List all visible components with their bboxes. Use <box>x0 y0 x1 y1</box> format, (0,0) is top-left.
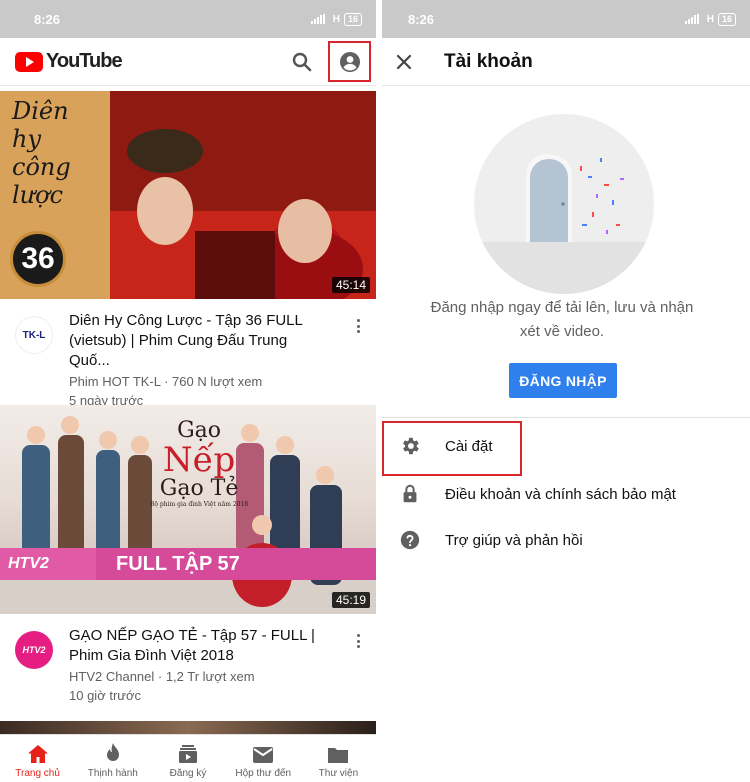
nav-library[interactable]: Thư viện <box>301 735 376 782</box>
video-meta: HTV2 Channel · 1,2 Tr lượt xem <box>69 669 255 684</box>
search-icon <box>292 52 312 72</box>
library-icon <box>328 748 349 763</box>
nav-label: Thịnh hành <box>87 768 138 779</box>
status-time: 8:26 <box>34 11 61 27</box>
video-thumbnail[interactable]: Gạo Nếp Gạo Tẻ Bộ phim gia đình Việt năm… <box>0 405 376 614</box>
status-icons: H 16 <box>684 12 736 26</box>
search-button[interactable] <box>290 50 314 74</box>
thumbnail-show-title: Gạo Nếp Gạo Tẻ Bộ phim gia đình Việt năm… <box>150 419 248 509</box>
signin-illustration <box>474 114 654 294</box>
door-confetti-icon <box>474 154 654 294</box>
screenshot: 8:26 H 16 YouTube Diên hy công lược 36 4… <box>0 0 750 782</box>
channel-avatar[interactable]: HTV2 <box>15 631 53 669</box>
status-bar: 8:26 H 16 <box>0 0 376 38</box>
gear-icon <box>403 437 419 455</box>
signal-icon <box>310 14 325 24</box>
episode-badge: 36 <box>10 231 66 287</box>
page-title: Tài khoản <box>444 50 533 72</box>
duration-badge: 45:14 <box>331 277 370 293</box>
subscriptions-icon <box>179 745 197 763</box>
thumb-title-part: Gạo Tẻ <box>159 476 239 501</box>
signin-prompt-line: Đăng nhập ngay để tải lên, lưu và nhận <box>430 299 694 316</box>
nav-label: Hộp thư đến <box>235 768 292 779</box>
menu-label: Trợ giúp và phản hồi <box>445 531 583 549</box>
lock-icon <box>403 484 417 503</box>
account-app-bar: Tài khoản <box>382 38 750 86</box>
htv2-banner-logo: HTV2 <box>8 555 49 572</box>
youtube-play-icon <box>15 51 43 72</box>
status-icons: H 16 <box>310 12 362 26</box>
thumb-subtitle: Bộ phim gia đình Việt năm 2018 <box>150 501 249 508</box>
nav-label: Trang chủ <box>15 768 60 779</box>
status-time: 8:26 <box>408 11 435 27</box>
help-icon <box>400 530 420 550</box>
battery-icon: 16 <box>343 12 362 26</box>
battery-icon: 16 <box>717 12 736 26</box>
thumb-text-line: hy <box>12 125 42 153</box>
thumbnail-title-text: Diên hy công lược <box>12 97 71 209</box>
trending-icon <box>106 743 119 761</box>
nav-trending[interactable]: Thịnh hành <box>75 735 150 782</box>
signin-prompt: Đăng nhập ngay để tải lên, lưu và nhận x… <box>412 296 712 344</box>
network-type: H <box>706 13 714 25</box>
episode-banner: FULL TẬP 57 <box>116 553 240 575</box>
close-button[interactable] <box>392 50 416 74</box>
menu-label: Cài đặt <box>445 437 493 455</box>
menu-item-settings[interactable]: Cài đặt <box>382 424 750 468</box>
video-info: TK-L Diên Hy Công Lược - Tập 36 FULL (vi… <box>0 299 376 408</box>
channel-avatar[interactable]: TK-L <box>15 316 53 354</box>
menu-label: Điều khoản và chính sách bảo mật <box>445 485 676 503</box>
nav-inbox[interactable]: Hộp thư đến <box>226 735 301 782</box>
video-item[interactable]: Diên hy công lược 36 45:14 TK-L Diên Hy … <box>0 91 376 408</box>
account-screen: 8:26 H 16 Tài khoản Đăng nhập ngay để tả… <box>382 0 750 782</box>
more-options-icon[interactable] <box>352 317 364 335</box>
close-icon <box>396 54 412 69</box>
thumb-text-line: công <box>12 153 71 181</box>
video-thumbnail[interactable]: Diên hy công lược 36 45:14 <box>0 91 376 299</box>
bottom-navigation: Trang chủ Thịnh hành Đăng ký Hộp thư đến… <box>0 734 376 782</box>
signin-button[interactable]: ĐĂNG NHẬP <box>509 363 617 398</box>
youtube-logo-text: YouTube <box>46 50 123 72</box>
home-icon <box>27 745 48 763</box>
video-meta: Phim HOT TK-L · 760 N lượt xem <box>69 374 263 389</box>
signin-prompt-line: xét về video. <box>519 323 605 340</box>
thumb-title-part: Nếp <box>162 440 236 480</box>
duration-badge: 45:19 <box>331 592 370 608</box>
youtube-home-screen: 8:26 H 16 YouTube Diên hy công lược 36 4… <box>0 0 376 782</box>
video-item[interactable]: Gạo Nếp Gạo Tẻ Bộ phim gia đình Việt năm… <box>0 405 376 720</box>
account-button[interactable] <box>328 41 371 82</box>
video-age: 10 giờ trước <box>69 688 141 703</box>
nav-label: Đăng ký <box>169 768 207 779</box>
thumb-text-line: Diên <box>12 97 69 125</box>
nav-label: Thư viện <box>318 768 359 779</box>
channel-avatar-text: HTV2 <box>22 645 46 655</box>
nav-home[interactable]: Trang chủ <box>0 735 75 782</box>
youtube-logo[interactable]: YouTube <box>15 50 123 73</box>
menu-item-help[interactable]: Trợ giúp và phản hồi <box>382 518 750 562</box>
video-title[interactable]: Diên Hy Công Lược - Tập 36 FULL (vietsub… <box>69 311 332 371</box>
video-title[interactable]: GẠO NẾP GẠO TẺ - Tập 57 - FULL | Phim Gi… <box>69 626 332 666</box>
status-bar: 8:26 H 16 <box>382 0 750 38</box>
app-bar: YouTube <box>0 38 376 86</box>
signal-icon <box>684 14 699 24</box>
nav-subscriptions[interactable]: Đăng ký <box>150 735 225 782</box>
inbox-icon <box>253 747 274 763</box>
account-circle-icon <box>339 51 360 72</box>
video-info: HTV2 GẠO NẾP GẠO TẺ - Tập 57 - FULL | Ph… <box>0 614 376 720</box>
more-options-icon[interactable] <box>352 632 364 650</box>
divider <box>382 417 750 418</box>
channel-avatar-text: TK-L <box>22 329 46 341</box>
thumb-text-line: lược <box>12 181 64 209</box>
network-type: H <box>332 13 340 25</box>
menu-item-terms[interactable]: Điều khoản và chính sách bảo mật <box>382 472 750 516</box>
